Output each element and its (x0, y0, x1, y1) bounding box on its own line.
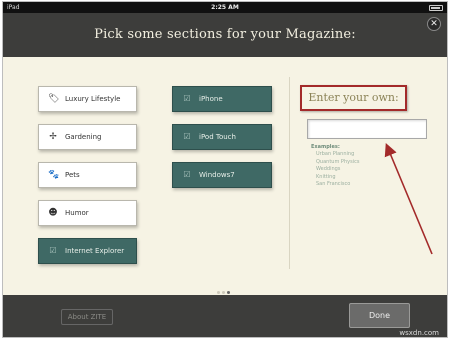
about-button[interactable]: About ZITE (61, 309, 113, 325)
check-icon: ☑ (183, 132, 191, 141)
section-label: Pets (65, 171, 80, 179)
examples-list: Urban Planning Quantum Physics Weddings … (316, 151, 359, 189)
section-gardening[interactable]: ✢ Gardening (38, 124, 137, 150)
example-item: Knitting (316, 173, 336, 180)
section-label: Gardening (65, 133, 102, 141)
close-icon: ✕ (430, 19, 438, 29)
section-windows7[interactable]: ☑ Windows7 (172, 162, 272, 188)
page-dot-active (227, 291, 230, 294)
example-item: Weddings (316, 166, 341, 172)
plant-icon: ✢ (49, 132, 57, 142)
smiley-icon: ☻ (48, 208, 58, 218)
section-iphone[interactable]: ☑ iPhone (172, 86, 272, 112)
check-icon: ☑ (49, 246, 57, 255)
status-time: 2:25 AM (211, 4, 239, 11)
enter-your-own-heading: Enter your own: (300, 85, 407, 111)
examples-label: Examples: (311, 144, 340, 150)
section-pets[interactable]: 🐾 Pets (38, 162, 137, 188)
custom-section-input[interactable] (307, 119, 427, 139)
app-window: iPad 2:25 AM Pick some sections for your… (2, 1, 448, 338)
example-item: San Francisco (316, 181, 351, 187)
page-title: Pick some sections for your Magazine: (94, 27, 356, 42)
column-divider (289, 77, 290, 269)
battery-icon (429, 5, 443, 11)
watermark: wsxdn.com (399, 329, 439, 337)
section-label: Humor (65, 209, 89, 217)
header-bar: Pick some sections for your Magazine: ✕ (3, 13, 447, 57)
section-label: Internet Explorer (65, 247, 125, 255)
section-humor[interactable]: ☻ Humor (38, 200, 137, 226)
section-label: iPhone (199, 95, 223, 103)
section-label: iPod Touch (199, 133, 236, 141)
close-button[interactable]: ✕ (427, 17, 441, 31)
section-luxury-lifestyle[interactable]: 🏷 Luxury Lifestyle (38, 86, 137, 112)
section-ipod-touch[interactable]: ☑ iPod Touch (172, 124, 272, 150)
example-item: Quantum Physics (316, 158, 360, 165)
page-dot (217, 291, 220, 294)
page-dot (222, 291, 225, 294)
check-icon: ☑ (183, 94, 191, 103)
paw-icon: 🐾 (48, 170, 60, 180)
done-button[interactable]: Done (349, 303, 410, 328)
check-icon: ☑ (183, 170, 191, 179)
section-label: Windows7 (199, 171, 235, 179)
tag-icon: 🏷 (48, 94, 60, 104)
footer-bar: About ZITE Done wsxdn.com (3, 295, 447, 337)
section-label: Luxury Lifestyle (65, 95, 121, 103)
status-bar: iPad 2:25 AM (3, 2, 447, 13)
section-internet-explorer[interactable]: ☑ Internet Explorer (38, 238, 137, 264)
example-item: Urban Planning (316, 151, 355, 157)
